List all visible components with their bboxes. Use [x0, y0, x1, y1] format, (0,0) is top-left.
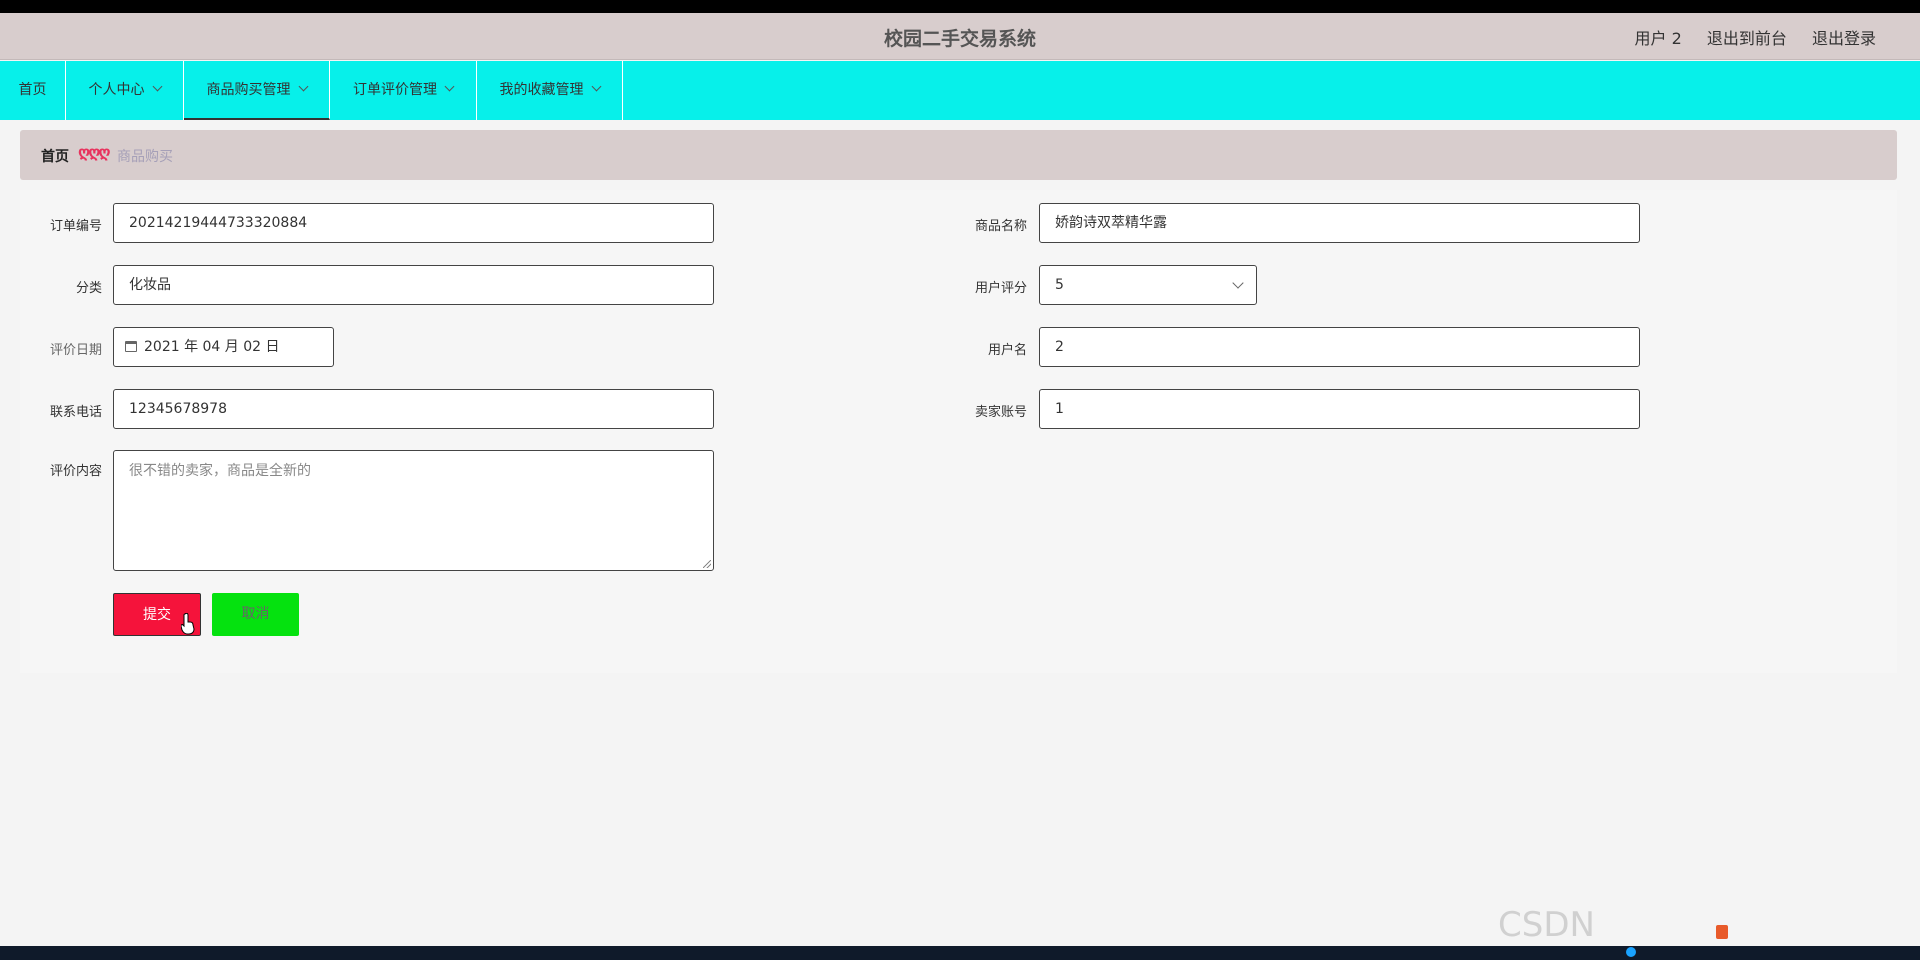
to-front-link[interactable]: 退出到前台 — [1707, 29, 1787, 48]
phone-label: 联系电话 — [49, 405, 102, 420]
content-value: 很不错的卖家，商品是全新的 — [129, 463, 311, 479]
nav-item-purchase-management[interactable]: 商品购买管理 — [184, 61, 330, 120]
product-name-label: 商品名称 — [974, 219, 1027, 234]
cancel-button[interactable]: 取消 — [212, 593, 299, 636]
review-date-label: 评价日期 — [49, 343, 102, 358]
header-actions: 用户 2 退出到前台 退出登录 — [1615, 25, 1877, 49]
chevron-down-icon — [1232, 277, 1244, 289]
order-no-field[interactable]: 20214219444733320884 — [113, 203, 714, 243]
rating-selected-value: 5 — [1055, 277, 1064, 293]
main-nav: 首页 个人中心 商品购买管理 订单评价管理 我的收藏管理 — [0, 61, 1920, 120]
category-label: 分类 — [75, 281, 102, 296]
notification-badge-icon — [1716, 925, 1728, 939]
nav-item-label: 商品购买管理 — [206, 82, 291, 98]
content-textarea[interactable]: 很不错的卖家，商品是全新的 — [113, 450, 714, 571]
username-field[interactable]: 2 — [1039, 327, 1640, 367]
category-field[interactable]: 化妆品 — [113, 265, 714, 305]
seller-account-field[interactable]: 1 — [1039, 389, 1640, 429]
rating-select[interactable]: 5 — [1039, 265, 1257, 305]
nav-item-label: 订单评价管理 — [353, 82, 437, 98]
order-no-label: 订单编号 — [49, 219, 102, 234]
nav-item-label: 我的收藏管理 — [499, 82, 584, 98]
breadcrumb-separator: ღღღ — [78, 143, 111, 161]
nav-item-personal-center[interactable]: 个人中心 — [66, 61, 184, 120]
chevron-down-icon — [444, 81, 455, 92]
logout-link[interactable]: 退出登录 — [1812, 29, 1876, 48]
resize-grip-icon[interactable] — [703, 560, 711, 568]
breadcrumb-current: 商品购买 — [117, 149, 173, 165]
nav-item-label: 个人中心 — [88, 82, 145, 98]
app-window: 校园二手交易系统 用户 2 退出到前台 退出登录 首页 个人中心 商品购买管理 … — [0, 13, 1920, 946]
nav-item-favorites-management[interactable]: 我的收藏管理 — [477, 61, 623, 120]
form-panel — [20, 190, 1897, 673]
review-date-value: 2021 年 04 月 02 日 — [144, 339, 280, 355]
username-label: 用户名 — [987, 343, 1027, 358]
calendar-icon — [125, 341, 137, 352]
hand-cursor-icon — [181, 613, 195, 635]
status-dot-icon — [1626, 947, 1636, 957]
breadcrumb-home[interactable]: 首页 — [41, 146, 69, 166]
chevron-down-icon — [591, 81, 601, 92]
content-label: 评价内容 — [49, 464, 102, 479]
chevron-down-icon — [152, 81, 162, 92]
nav-item-label: 首页 — [18, 82, 47, 98]
current-user: 用户 2 — [1634, 29, 1682, 48]
bottom-taskbar — [0, 946, 1920, 960]
rating-label: 用户评分 — [974, 281, 1027, 296]
product-name-field[interactable]: 娇韵诗双萃精华露 — [1039, 203, 1640, 243]
nav-item-review-management[interactable]: 订单评价管理 — [330, 61, 477, 120]
nav-item-home[interactable]: 首页 — [0, 61, 66, 120]
review-date-picker[interactable]: 2021 年 04 月 02 日 — [113, 327, 334, 367]
phone-field[interactable]: 12345678978 — [113, 389, 714, 429]
breadcrumb: 首页 ღღღ 商品购买 — [20, 130, 1897, 180]
seller-account-label: 卖家账号 — [974, 405, 1027, 420]
top-header: 校园二手交易系统 用户 2 退出到前台 退出登录 — [0, 13, 1920, 60]
chevron-down-icon — [298, 81, 308, 92]
